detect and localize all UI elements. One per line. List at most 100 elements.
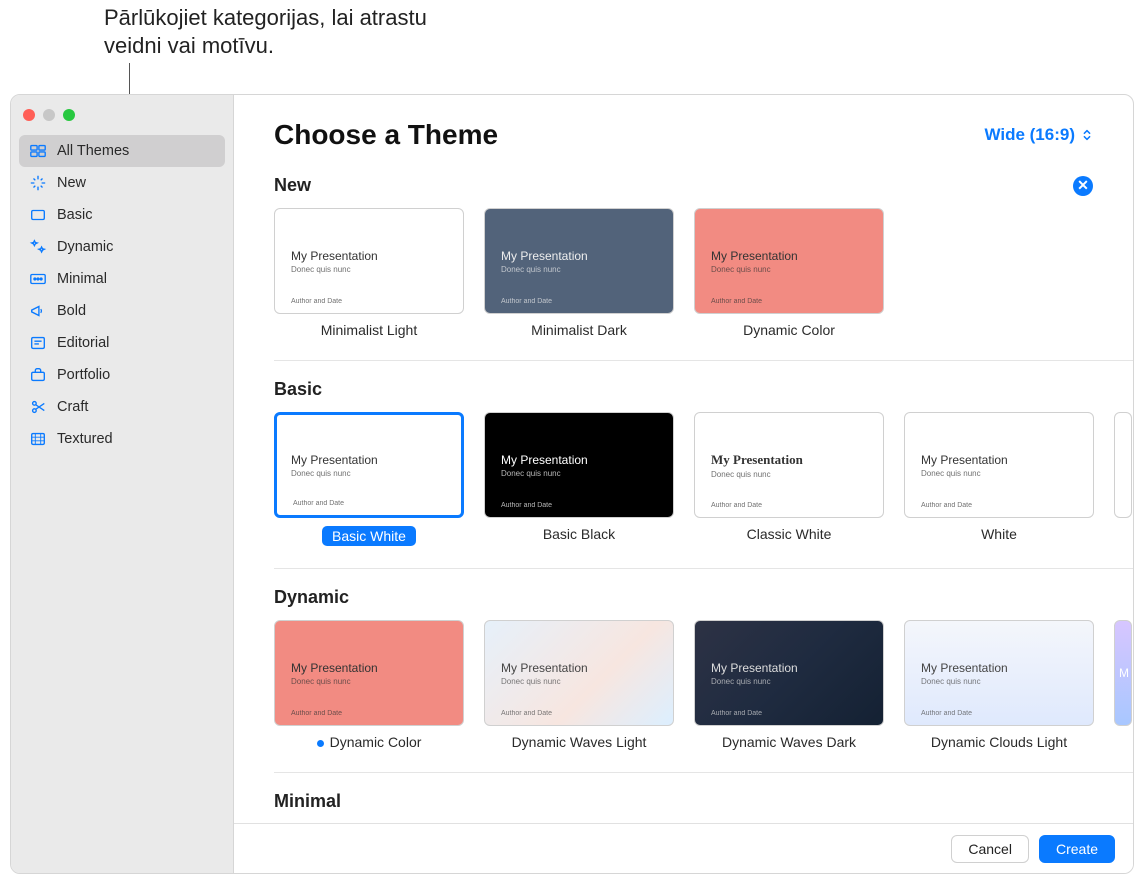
sidebar-item-new[interactable]: New	[19, 167, 225, 199]
window-controls	[11, 103, 233, 135]
theme-label: Dynamic Color	[317, 734, 422, 750]
sidebar-item-craft[interactable]: Craft	[19, 391, 225, 423]
preview-subtitle: Donec quis nunc	[711, 265, 867, 274]
theme-label: Classic White	[747, 526, 832, 542]
theme-minimalist-light[interactable]: My Presentation Donec quis nunc Author and…	[274, 208, 464, 338]
preview-footer: Author and Date	[921, 710, 972, 717]
theme-label: Basic Black	[543, 526, 615, 542]
preview-title: My Presentation	[921, 661, 1077, 675]
theme-white[interactable]: My PresentationDonec quis nuncAuthor and…	[904, 412, 1094, 546]
preview-footer: Author and Date	[293, 500, 344, 507]
theme-thumbnail	[1114, 412, 1132, 518]
theme-dynamic-clouds-light[interactable]: My Presentation Donec quis nunc Author and…	[904, 620, 1094, 750]
close-window-button[interactable]	[23, 109, 35, 121]
aspect-ratio-label: Wide (16:9)	[984, 125, 1075, 145]
preview-title: M	[1119, 666, 1127, 680]
theme-dynamic-waves-dark[interactable]: My PresentationDonec quis nuncAuthor and…	[694, 620, 884, 750]
preview-subtitle: Donec quis nunc	[711, 470, 867, 479]
preview-title: My Presentation	[291, 249, 447, 263]
theme-partial[interactable]	[1114, 412, 1132, 546]
theme-dynamic-waves-light[interactable]: My Presentation Donec quis nunc Author and…	[484, 620, 674, 750]
theme-thumbnail: My PresentationDonec quis nuncAuthor and…	[904, 412, 1094, 518]
preview-footer: Author and Date	[921, 502, 972, 509]
preview-footer: Author and Date	[711, 298, 762, 305]
theme-label: Minimalist Dark	[531, 322, 627, 338]
preview-footer: Author and Date	[501, 710, 552, 717]
section-title: Minimal	[274, 791, 341, 812]
footer-bar: Cancel Create	[234, 823, 1133, 873]
theme-chooser-window: All Themes New Basic Dynamic Minimal BoldEdit…	[10, 94, 1134, 874]
preview-subtitle: Donec quis nunc	[291, 677, 447, 686]
theme-thumbnail: My Presentation Donec quis nunc Author and…	[274, 412, 464, 518]
theme-dynamic-color[interactable]: My PresentationDonec quis nuncAuthor and…	[274, 620, 464, 750]
create-button[interactable]: Create	[1039, 835, 1115, 863]
preview-footer: Author and Date	[711, 710, 762, 717]
rectangle-icon	[29, 206, 47, 224]
sidebar-item-all-themes[interactable]: All Themes	[19, 135, 225, 167]
section-title: Dynamic	[274, 587, 349, 608]
theme-thumbnail: My PresentationDonec quis nuncAuthor and…	[484, 412, 674, 518]
preview-footer: Author and Date	[711, 502, 762, 509]
sidebar-item-label: All Themes	[57, 143, 129, 159]
sidebar-item-basic[interactable]: Basic	[19, 199, 225, 231]
updown-chevron-icon	[1081, 128, 1093, 142]
page-title: Choose a Theme	[274, 119, 498, 151]
aspect-ratio-select[interactable]: Wide (16:9)	[984, 125, 1093, 145]
preview-title: My Presentation	[501, 453, 657, 467]
theme-minimalist-dark[interactable]: My PresentationDonec quis nuncAuthor and…	[484, 208, 674, 338]
sidebar-item-label: Portfolio	[57, 367, 110, 383]
preview-subtitle: Donec quis nunc	[921, 677, 1077, 686]
sidebar-item-editorial[interactable]: Editorial	[19, 327, 225, 359]
preview-footer: Author and Date	[291, 298, 342, 305]
zoom-window-button[interactable]	[63, 109, 75, 121]
texture-icon	[29, 430, 47, 448]
sparkle-icon	[29, 174, 47, 192]
sidebar-item-dynamic[interactable]: Dynamic	[19, 231, 225, 263]
theme-classic-white[interactable]: My Presentation Donec quis nunc Author and…	[694, 412, 884, 546]
sidebar-item-label: Textured	[57, 431, 113, 447]
theme-label: Dynamic Waves Light	[512, 734, 647, 750]
cancel-button[interactable]: Cancel	[951, 835, 1029, 863]
sidebar-item-bold[interactable]: Bold	[19, 295, 225, 327]
sidebar: All Themes New Basic Dynamic Minimal BoldEdit…	[11, 95, 234, 873]
megaphone-icon	[29, 302, 47, 320]
theme-m[interactable]: M	[1114, 620, 1132, 750]
preview-subtitle: Donec quis nunc	[501, 469, 657, 478]
main-header: Choose a Theme Wide (16:9)	[234, 95, 1133, 157]
theme-label: Dynamic Color	[743, 322, 835, 338]
close-section-icon[interactable]: ✕	[1073, 176, 1093, 196]
theme-dynamic-color[interactable]: My PresentationDonec quis nuncAuthor and…	[694, 208, 884, 338]
section-title: New	[274, 175, 311, 196]
theme-scroll-area[interactable]: New ✕ My Presentation Donec quis nunc Author…	[234, 157, 1133, 873]
preview-subtitle: Donec quis nunc	[291, 265, 447, 274]
theme-row: My Presentation Donec quis nunc Author and…	[274, 208, 1133, 338]
theme-row: My Presentation Donec quis nunc Author and…	[274, 412, 1133, 546]
preview-title: My Presentation	[291, 453, 447, 467]
preview-title: My Presentation	[501, 661, 657, 675]
briefcase-icon	[29, 366, 47, 384]
preview-title: My Presentation	[921, 453, 1077, 467]
grid-icon	[29, 142, 47, 160]
sidebar-item-label: New	[57, 175, 86, 191]
sidebar-item-textured[interactable]: Textured	[19, 423, 225, 455]
sidebar-item-portfolio[interactable]: Portfolio	[19, 359, 225, 391]
theme-thumbnail: My PresentationDonec quis nuncAuthor and…	[694, 620, 884, 726]
section-new: New ✕ My Presentation Donec quis nunc Author…	[274, 175, 1133, 338]
sidebar-item-minimal[interactable]: Minimal	[19, 263, 225, 295]
theme-thumbnail: My Presentation Donec quis nunc Author and…	[484, 620, 674, 726]
preview-title: My Presentation	[711, 452, 867, 468]
minimize-window-button[interactable]	[43, 109, 55, 121]
dots-icon	[29, 270, 47, 288]
preview-footer: Author and Date	[501, 298, 552, 305]
preview-subtitle: Donec quis nunc	[501, 677, 657, 686]
sidebar-item-label: Minimal	[57, 271, 107, 287]
theme-basic-black[interactable]: My PresentationDonec quis nuncAuthor and…	[484, 412, 674, 546]
theme-thumbnail: My PresentationDonec quis nuncAuthor and…	[484, 208, 674, 314]
preview-title: My Presentation	[501, 249, 657, 263]
theme-basic-white[interactable]: My Presentation Donec quis nunc Author and…	[274, 412, 464, 546]
preview-subtitle: Donec quis nunc	[291, 469, 447, 478]
section-dynamic: Dynamic My Presentation Donec quis nunc Aut…	[274, 568, 1133, 750]
stars-icon	[29, 238, 47, 256]
sidebar-item-label: Dynamic	[57, 239, 113, 255]
theme-thumbnail: M	[1114, 620, 1132, 726]
